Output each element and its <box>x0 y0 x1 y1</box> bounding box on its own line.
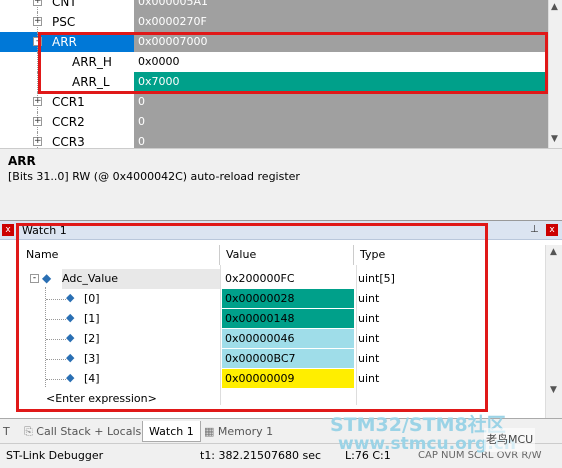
watch-window: Watch 1 x ⊥ x Name Value Type - ◆ Adc_Value 0x… <box>0 220 562 419</box>
scroll-up-icon[interactable]: ▲ <box>551 2 558 12</box>
register-row[interactable]: + CCR3 0 <box>0 132 548 148</box>
register-description: ARR [Bits 31..0] RW (@ 0x4000042C) auto-… <box>0 148 562 210</box>
watch-scroll-down-icon[interactable]: ▼ <box>550 385 557 395</box>
register-value[interactable]: 0x000005A1 <box>134 0 548 12</box>
tab-call-stack[interactable]: ⎘ Call Stack + Locals <box>18 421 147 442</box>
expand-icon[interactable]: + <box>33 17 42 26</box>
register-name: CNT <box>52 0 77 9</box>
scroll-down-icon[interactable]: ▼ <box>551 134 558 144</box>
register-name-cell[interactable]: + CNT <box>0 0 134 12</box>
register-name-cell[interactable]: + CCR1 <box>0 92 134 112</box>
register-row[interactable]: + CCR1 0 <box>0 92 548 112</box>
register-value[interactable]: 0 <box>134 132 548 148</box>
description-title: ARR <box>8 154 36 168</box>
status-debugger: ST-Link Debugger <box>6 449 104 462</box>
tab-scroll-left[interactable]: T <box>0 421 14 442</box>
expand-icon[interactable]: + <box>33 137 42 146</box>
register-name-cell[interactable]: + CCR2 <box>0 112 134 132</box>
status-time: t1: 382.21507680 sec <box>200 449 322 462</box>
tab-memory[interactable]: ▦ Memory 1 <box>198 421 279 442</box>
register-row[interactable]: + CCR2 0 <box>0 112 548 132</box>
expand-icon[interactable]: + <box>33 117 42 126</box>
register-name-cell[interactable]: + PSC <box>0 12 134 32</box>
register-name: PSC <box>52 15 76 29</box>
description-detail: [Bits 31..0] RW (@ 0x4000042C) auto-relo… <box>8 170 300 183</box>
register-value[interactable]: 0 <box>134 112 548 132</box>
memory-icon: ▦ <box>204 425 218 438</box>
register-value[interactable]: 0x0000270F <box>134 12 548 32</box>
register-name: CCR3 <box>52 135 85 148</box>
register-name: CCR2 <box>52 115 85 129</box>
register-value[interactable]: 0 <box>134 92 548 112</box>
watermark-badge: 老鸟MCU <box>484 428 536 452</box>
register-name-cell[interactable]: + CCR3 <box>0 132 134 148</box>
highlight-box-arr <box>38 32 548 94</box>
watch-scroll-up-icon[interactable]: ▲ <box>550 247 557 257</box>
register-name: CCR1 <box>52 95 85 109</box>
expand-icon[interactable]: + <box>33 97 42 106</box>
watch-scrollbar[interactable]: ▲ ▼ <box>545 245 562 419</box>
register-row[interactable]: + CNT 0x000005A1 <box>0 0 548 12</box>
register-scrollbar[interactable]: ▲ ▼ <box>548 0 562 148</box>
expand-icon[interactable]: + <box>33 0 42 6</box>
status-bar: ST-Link Debugger t1: 382.21507680 sec L:… <box>0 428 562 467</box>
tab-watch[interactable]: Watch 1 <box>142 421 201 442</box>
register-row[interactable]: + PSC 0x0000270F <box>0 12 548 32</box>
call-stack-icon: ⎘ <box>24 425 37 438</box>
highlight-box-watch <box>16 223 488 412</box>
